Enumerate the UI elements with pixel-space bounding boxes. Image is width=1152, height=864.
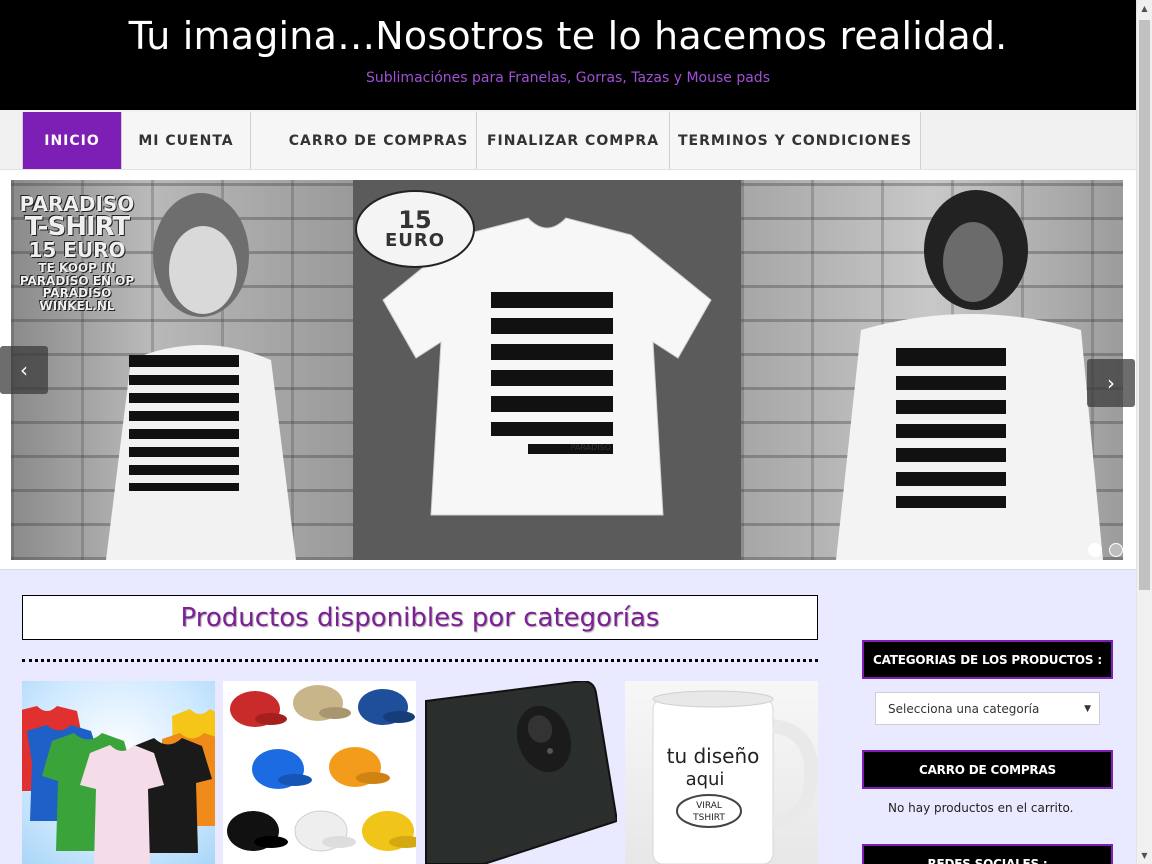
slide-photo-man	[741, 180, 1123, 560]
price-amount: 15	[398, 206, 432, 234]
dropdown-caret-icon: ▼	[1084, 704, 1091, 714]
scroll-down-arrow-icon[interactable]: ▼	[1137, 847, 1152, 864]
slider-dot-1[interactable]	[1088, 543, 1102, 557]
section-heading: Productos disponibles por categorías	[22, 595, 818, 640]
slider-prev-button[interactable]: ‹	[0, 346, 48, 394]
slide-photo-woman: PARADISO T-SHIRT 15 EURO TE KOOP IN PARA…	[11, 180, 353, 560]
chevron-right-icon: ›	[1107, 371, 1115, 395]
site-title[interactable]: Tu imagina…Nosotros te lo hacemos realid…	[0, 14, 1136, 58]
main-navigation: INICIO MI CUENTA CARRO DE COMPRAS FINALI…	[0, 110, 1136, 170]
chevron-left-icon: ‹	[20, 358, 28, 382]
site-tagline: Sublimaciónes para Franelas, Gorras, Taz…	[366, 70, 770, 86]
site-header: Tu imagina…Nosotros te lo hacemos realid…	[0, 0, 1136, 110]
mug-badge-line-2: TSHIRT	[692, 813, 725, 823]
nav-menu: INICIO MI CUENTA CARRO DE COMPRAS FINALI…	[22, 112, 921, 169]
mug-text-line-2: aqui	[686, 769, 725, 790]
widget-title-categorias: CATEGORIAS DE LOS PRODUCTOS :	[862, 640, 1113, 679]
widget-title-redes-sociales: REDES SOCIALES :	[862, 844, 1113, 864]
widget-title-carro: CARRO DE COMPRAS	[862, 750, 1113, 789]
mug-image: tu diseño aqui VIRAL TSHIRT	[652, 690, 818, 864]
scrollbar-thumb[interactable]	[1139, 20, 1150, 590]
mug-badge-line-1: VIRAL	[696, 801, 722, 811]
nav-item-mi-cuenta[interactable]: MI CUENTA	[122, 112, 251, 169]
product-card-franelas[interactable]	[22, 681, 215, 864]
nav-item-terminos-y-condiciones[interactable]: TERMINOS Y CONDICIONES	[670, 112, 921, 169]
promo-line-2: T-SHIRT	[24, 212, 130, 242]
dotted-divider	[22, 659, 818, 662]
slider-dot-2[interactable]	[1109, 543, 1123, 557]
nav-item-finalizar-compra[interactable]: FINALIZAR COMPRA	[477, 112, 670, 169]
caps-image	[227, 685, 416, 852]
promo-line-1: PARADISO	[19, 192, 135, 216]
promo-line-4: TE KOOP IN PARADISO EN OP PARADISO WINKE…	[19, 261, 135, 313]
nav-item-inicio[interactable]: INICIO	[23, 112, 122, 169]
mousepad-image	[425, 681, 617, 864]
promo-line-3: 15 EURO	[28, 238, 126, 262]
price-badge: 15 EURO	[355, 190, 475, 268]
hero-slider: PARADISO T-SHIRT 15 EURO TE KOOP IN PARA…	[11, 180, 1123, 560]
mug-text-line-1: tu diseño	[667, 744, 760, 768]
product-card-tazas[interactable]: tu diseño aqui VIRAL TSHIRT	[625, 681, 818, 864]
tshirts-image	[22, 706, 215, 864]
tshirt-brand-label: PARADISO	[571, 443, 611, 452]
price-currency: EURO	[384, 230, 446, 251]
product-card-gorras[interactable]	[223, 681, 416, 864]
scroll-up-arrow-icon[interactable]: ▲	[1137, 0, 1152, 17]
man-tshirt-illustration	[836, 190, 1103, 560]
cart-empty-message: No hay productos en el carrito.	[888, 801, 1074, 815]
slider-next-button[interactable]: ›	[1087, 359, 1135, 407]
page: Tu imagina…Nosotros te lo hacemos realid…	[0, 0, 1152, 864]
promo-text: PARADISO T-SHIRT 15 EURO TE KOOP IN PARA…	[15, 194, 139, 312]
category-select[interactable]: Selecciona una categoría ▼	[875, 692, 1100, 725]
category-select-value: Selecciona una categoría	[888, 701, 1040, 716]
nav-item-carro-de-compras[interactable]: CARRO DE COMPRAS	[251, 112, 477, 169]
product-card-mouse-pads[interactable]	[424, 681, 617, 864]
